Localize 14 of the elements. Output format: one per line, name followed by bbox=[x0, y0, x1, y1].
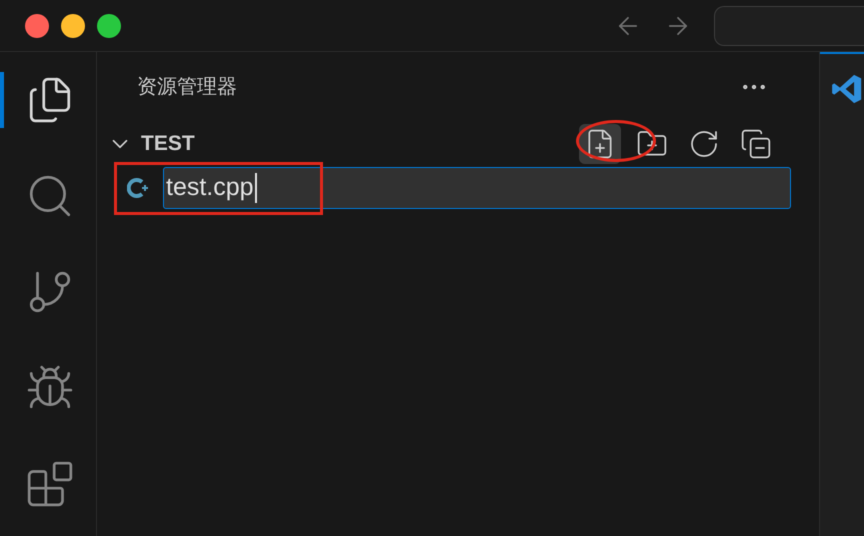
collapse-icon bbox=[740, 128, 772, 160]
panel-title: 资源管理器 bbox=[137, 75, 237, 100]
window-button[interactable] bbox=[97, 14, 121, 38]
refresh-icon bbox=[688, 128, 720, 160]
window-button[interactable] bbox=[25, 14, 49, 38]
cpp-file-icon bbox=[127, 176, 151, 200]
text-cursor bbox=[254, 173, 257, 203]
folder-name[interactable]: TEST bbox=[141, 128, 195, 160]
vscode-logo-icon bbox=[830, 72, 864, 106]
editor-tab[interactable] bbox=[820, 52, 864, 536]
filename-field[interactable]: test.cpp bbox=[163, 167, 791, 209]
window-button[interactable] bbox=[61, 14, 85, 38]
filename-text: test.cpp bbox=[166, 172, 254, 204]
blocks-icon bbox=[25, 459, 75, 509]
